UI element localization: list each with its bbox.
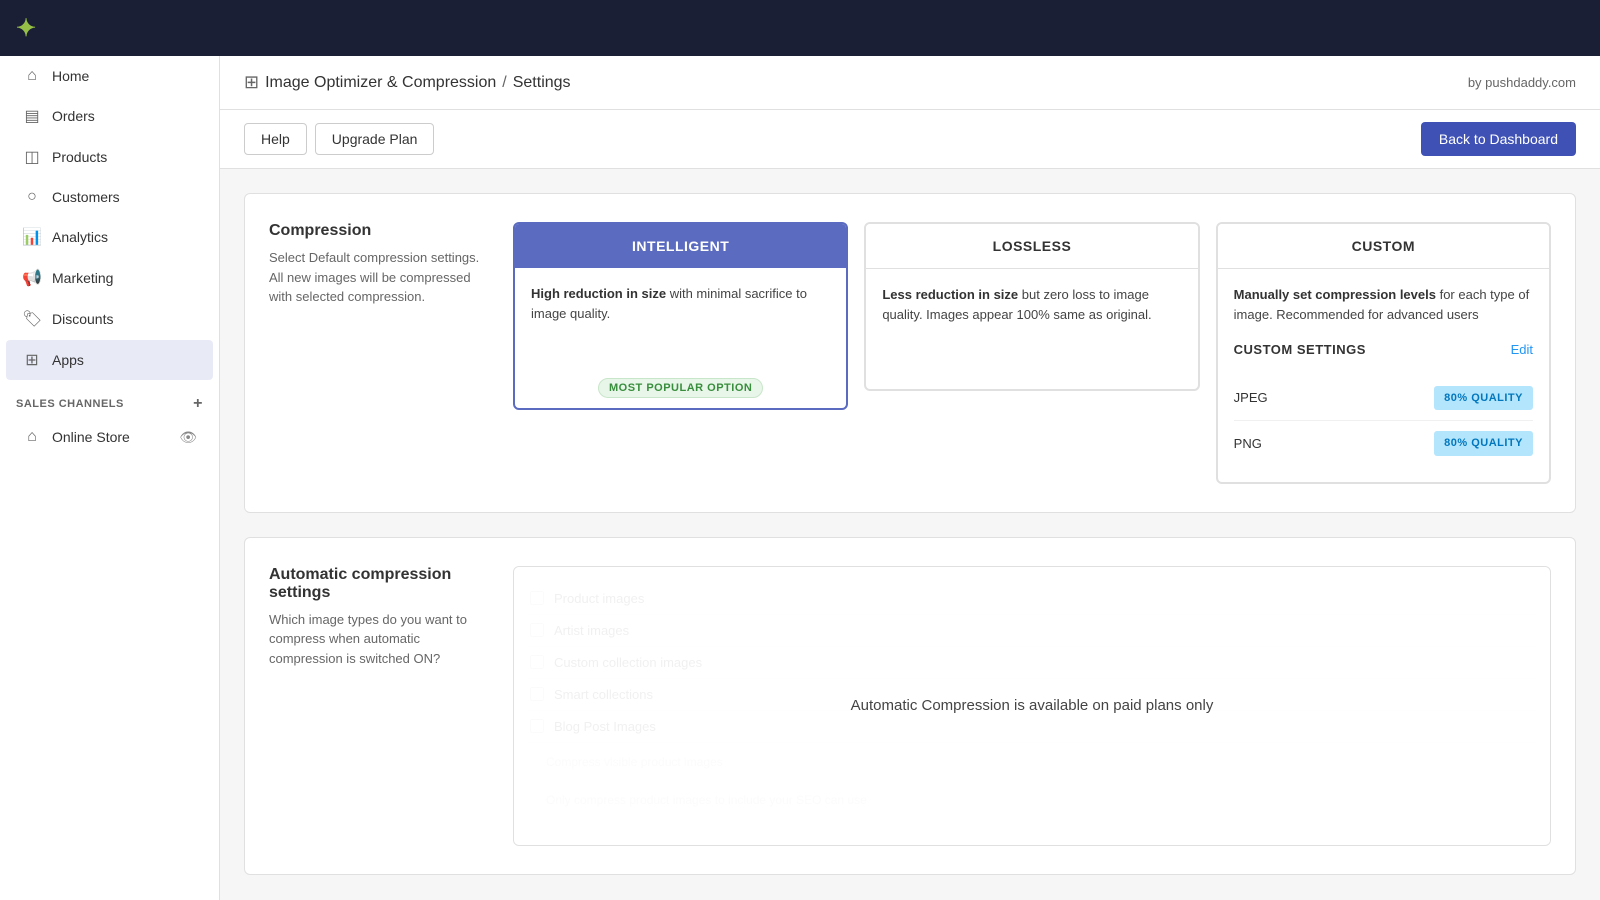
png-quality-badge: 80% QUALITY xyxy=(1434,431,1533,456)
breadcrumb-separator: / xyxy=(502,74,506,92)
sidebar-item-apps[interactable]: ⊞ Apps xyxy=(6,340,213,380)
sidebar-item-online-store[interactable]: ⌂ Online Store 👁 xyxy=(6,418,213,456)
discounts-icon: 🏷 xyxy=(22,309,42,329)
compression-label-area: Compression Select Default compression s… xyxy=(269,222,489,484)
app-author: by pushdaddy.com xyxy=(1468,75,1576,90)
customers-icon: ○ xyxy=(22,188,42,206)
products-icon: ◫ xyxy=(22,147,42,167)
sidebar-item-discounts[interactable]: 🏷 Discounts xyxy=(6,299,213,339)
sidebar-item-products[interactable]: ◫ Products xyxy=(6,137,213,177)
intelligent-card-body: High reduction in size with minimal sacr… xyxy=(515,268,846,368)
popular-badge: MOST POPULAR OPTION xyxy=(598,378,763,398)
compression-card-custom[interactable]: CUSTOM Manually set compression levels f… xyxy=(1216,222,1551,484)
sidebar-item-customers[interactable]: ○ Customers xyxy=(6,178,213,216)
custom-settings-edit-link[interactable]: Edit xyxy=(1511,340,1533,360)
breadcrumb: ⊞ Image Optimizer & Compression / Settin… xyxy=(244,72,571,93)
intelligent-card-footer: MOST POPULAR OPTION xyxy=(515,368,846,408)
analytics-icon: 📊 xyxy=(22,227,42,247)
sidebar-item-label: Home xyxy=(52,68,89,84)
sidebar-item-label: Orders xyxy=(52,108,95,124)
sidebar-item-home[interactable]: ⌂ Home xyxy=(6,57,213,95)
back-to-dashboard-button[interactable]: Back to Dashboard xyxy=(1421,122,1576,156)
custom-settings-title: CUSTOM SETTINGS xyxy=(1234,340,1366,360)
online-store-visibility-icon[interactable]: 👁 xyxy=(179,429,197,446)
auto-compression-overlay: Automatic Compression is available on pa… xyxy=(514,567,1550,845)
sidebar-item-label: Marketing xyxy=(52,270,113,286)
lossless-card-footer xyxy=(866,369,1197,389)
png-label: PNG xyxy=(1234,434,1262,454)
sidebar-item-analytics[interactable]: 📊 Analytics xyxy=(6,217,213,257)
marketing-icon: 📢 xyxy=(22,268,42,288)
sidebar-sales-channels-section: SALES CHANNELS + xyxy=(0,381,219,417)
topbar: ✦ xyxy=(0,0,1600,56)
sidebar-item-label: Products xyxy=(52,149,107,165)
toolbar: Help Upgrade Plan Back to Dashboard xyxy=(220,110,1600,169)
sidebar-item-label: Discounts xyxy=(52,311,113,327)
custom-settings-header: CUSTOM SETTINGS Edit xyxy=(1234,340,1533,360)
custom-bold-text: Manually set compression levels xyxy=(1234,287,1436,302)
sidebar-item-label: Online Store xyxy=(52,429,130,445)
compression-cards-area: INTELLIGENT High reduction in size with … xyxy=(513,222,1551,484)
intelligent-card-header: INTELLIGENT xyxy=(515,224,846,268)
content-area: Compression Select Default compression s… xyxy=(220,169,1600,900)
sidebar-item-label: Customers xyxy=(52,189,120,205)
add-sales-channel-button[interactable]: + xyxy=(193,395,203,413)
auto-compression-desc: Which image types do you want to compres… xyxy=(269,610,489,669)
jpeg-quality-row: JPEG 80% QUALITY xyxy=(1234,376,1533,422)
intelligent-bold-text: High reduction in size xyxy=(531,286,666,301)
png-quality-row: PNG 80% QUALITY xyxy=(1234,421,1533,466)
main-content: ⊞ Image Optimizer & Compression / Settin… xyxy=(220,0,1600,900)
app-breadcrumb-icon: ⊞ xyxy=(244,72,259,93)
custom-settings-area: CUSTOM SETTINGS Edit JPEG 80% QUALITY PN… xyxy=(1234,340,1533,466)
auto-compression-content: Automatic Compression is available on pa… xyxy=(513,566,1551,846)
compression-card-intelligent[interactable]: INTELLIGENT High reduction in size with … xyxy=(513,222,848,410)
compression-section: Compression Select Default compression s… xyxy=(244,193,1576,513)
breadcrumb-app-name: Image Optimizer & Compression xyxy=(265,74,496,92)
lossless-card-header: LOSSLESS xyxy=(866,224,1197,269)
lossless-card-body: Less reduction in size but zero loss to … xyxy=(866,269,1197,369)
custom-card-header: CUSTOM xyxy=(1218,224,1549,269)
auto-compression-title: Automatic compression settings xyxy=(269,566,489,602)
compression-desc: Select Default compression settings. All… xyxy=(269,248,489,307)
sidebar-item-orders[interactable]: ▤ Orders xyxy=(6,96,213,136)
sidebar-item-label: Analytics xyxy=(52,229,108,245)
sidebar: ⌂ Home ▤ Orders ◫ Products ○ Customers 📊… xyxy=(0,0,220,900)
sidebar-item-label: Apps xyxy=(52,352,84,368)
jpeg-label: JPEG xyxy=(1234,388,1268,408)
sidebar-item-marketing[interactable]: 📢 Marketing xyxy=(6,258,213,298)
auto-compression-section: Automatic compression settings Which ima… xyxy=(244,537,1576,875)
upgrade-plan-button[interactable]: Upgrade Plan xyxy=(315,123,435,155)
jpeg-quality-badge: 80% QUALITY xyxy=(1434,386,1533,411)
compression-card-lossless[interactable]: LOSSLESS Less reduction in size but zero… xyxy=(864,222,1199,391)
online-store-icon: ⌂ xyxy=(22,428,42,446)
orders-icon: ▤ xyxy=(22,106,42,126)
apps-icon: ⊞ xyxy=(22,350,42,370)
auto-overlay-message: Automatic Compression is available on pa… xyxy=(851,697,1214,714)
topbar-logo: ✦ xyxy=(16,14,36,43)
custom-card-body: Manually set compression levels for each… xyxy=(1218,269,1549,482)
help-button[interactable]: Help xyxy=(244,123,307,155)
breadcrumb-current-page: Settings xyxy=(513,74,571,92)
page-header: ⊞ Image Optimizer & Compression / Settin… xyxy=(220,56,1600,110)
auto-compression-label-area: Automatic compression settings Which ima… xyxy=(269,566,489,846)
toolbar-left: Help Upgrade Plan xyxy=(244,123,434,155)
sales-channels-label: SALES CHANNELS xyxy=(16,398,124,410)
lossless-bold-text: Less reduction in size xyxy=(882,287,1018,302)
compression-title: Compression xyxy=(269,222,489,240)
home-icon: ⌂ xyxy=(22,67,42,85)
